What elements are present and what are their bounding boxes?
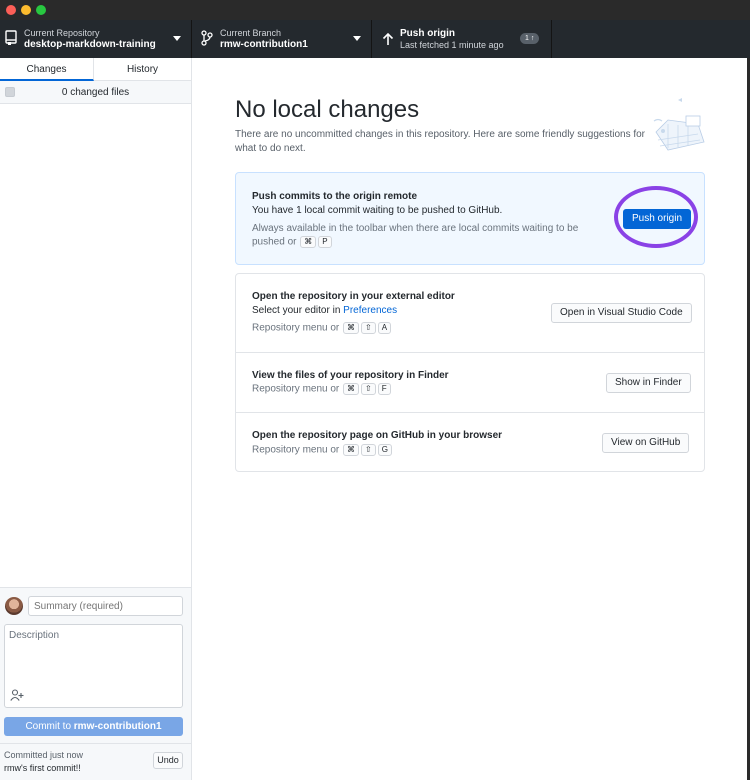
push-origin-button[interactable]: Push origin Last fetched 1 minute ago 1 … [372, 20, 552, 58]
page-title: No local changes [235, 96, 420, 123]
push-card-hint: Always available in the toolbar when the… [252, 223, 579, 234]
undo-commit-area: Committed just now rmw's first commit!! … [0, 743, 191, 780]
highlight-circle [614, 186, 698, 248]
editor-row-title: Open the repository in your external edi… [252, 291, 455, 302]
commit-button-prefix: Commit to [25, 721, 74, 732]
command-key-icon: ⌘ [343, 444, 360, 456]
current-repository-dropdown[interactable]: Current Repository desktop-markdown-trai… [0, 20, 192, 58]
key-f: F [377, 383, 391, 395]
preferences-link[interactable]: Preferences [343, 305, 397, 316]
minimize-window-button[interactable] [21, 5, 31, 15]
commit-message-area: Description Commit to rmw-contribution1 [0, 587, 191, 743]
last-commit-message: rmw's first commit!! [4, 763, 81, 773]
title-bar [0, 0, 750, 20]
toolbar: Current Repository desktop-markdown-trai… [0, 20, 750, 58]
avatar [5, 597, 23, 615]
current-branch-name: rmw-contribution1 [220, 39, 308, 50]
editor-row-text: Select your editor in Preferences [252, 305, 397, 316]
shift-key-icon: ⇧ [361, 444, 376, 456]
key-g: G [377, 444, 392, 456]
main-panel: No local changes There are no uncommitte… [192, 58, 747, 780]
no-changes-illustration [653, 98, 705, 151]
commit-button[interactable]: Commit to rmw-contribution1 [4, 717, 183, 736]
command-key-icon: ⌘ [343, 383, 360, 395]
current-repository-name: desktop-markdown-training [24, 39, 156, 50]
commits-ahead-badge: 1 ↑ [520, 33, 540, 44]
branch-icon [201, 30, 213, 46]
shift-key-icon: ⇧ [361, 383, 376, 395]
arrow-up-icon [382, 32, 394, 45]
push-suggestion-card: Push commits to the origin remote You ha… [235, 172, 705, 265]
suggestions-card: Open the repository in your external edi… [235, 273, 705, 472]
changed-files-header: 0 changed files [0, 81, 191, 104]
summary-input[interactable] [28, 596, 183, 616]
chevron-down-icon [173, 36, 181, 41]
push-card-text: You have 1 local commit waiting to be pu… [252, 205, 503, 216]
current-repository-label: Current Repository [24, 28, 100, 38]
editor-row-hint: Repository menu or ⌘ ⇧ A [252, 322, 392, 334]
zoom-window-button[interactable] [36, 5, 46, 15]
description-placeholder: Description [9, 630, 60, 641]
open-in-editor-row: Open the repository in your external edi… [236, 274, 704, 352]
repository-icon [5, 30, 17, 45]
sidebar-tabs: Changes History [0, 58, 191, 81]
open-in-editor-button[interactable]: Open in Visual Studio Code [551, 303, 692, 323]
push-card-hint-prefix: pushed or [252, 236, 297, 248]
command-key-icon: ⌘ [300, 236, 317, 248]
add-coauthor-icon[interactable] [10, 689, 24, 701]
last-fetched-text: Last fetched 1 minute ago [400, 40, 504, 50]
view-on-github-button[interactable]: View on GitHub [602, 433, 690, 453]
editor-row-hint-prefix: Repository menu or [252, 322, 340, 334]
command-key-icon: ⌘ [343, 322, 360, 334]
github-row-hint-prefix: Repository menu or [252, 444, 340, 456]
key-a: A [377, 322, 392, 334]
commit-button-branch: rmw-contribution1 [73, 721, 162, 732]
sidebar: Changes History 0 changed files Descript… [0, 58, 192, 780]
github-row-hint: Repository menu or ⌘ ⇧ G [252, 444, 393, 456]
push-card-title: Push commits to the origin remote [252, 191, 418, 202]
undo-button[interactable]: Undo [153, 752, 183, 769]
current-branch-dropdown[interactable]: Current Branch rmw-contribution1 [192, 20, 372, 58]
committed-time: Committed just now [4, 750, 84, 760]
push-origin-label: Push origin [400, 28, 455, 39]
chevron-down-icon [353, 36, 361, 41]
push-card-hint-shortcut: pushed or ⌘ P [252, 236, 333, 248]
tab-changes[interactable]: Changes [0, 58, 94, 81]
key-p: P [318, 236, 332, 248]
close-window-button[interactable] [6, 5, 16, 15]
shift-key-icon: ⇧ [361, 322, 376, 334]
app-window: Current Repository desktop-markdown-trai… [0, 0, 750, 780]
finder-row-hint: Repository menu or ⌘ ⇧ F [252, 383, 392, 395]
show-in-finder-button[interactable]: Show in Finder [606, 373, 691, 393]
finder-row-title: View the files of your repository in Fin… [252, 370, 449, 381]
current-branch-label: Current Branch [220, 28, 282, 38]
changed-files-count: 0 changed files [61, 87, 130, 98]
tab-history[interactable]: History [94, 58, 191, 81]
github-row-title: Open the repository page on GitHub in yo… [252, 430, 503, 441]
editor-row-text-prefix: Select your editor in [252, 305, 344, 316]
view-on-github-row: Open the repository page on GitHub in yo… [236, 412, 704, 471]
page-description: There are no uncommitted changes in this… [235, 129, 646, 154]
finder-row-hint-prefix: Repository menu or [252, 383, 340, 395]
description-field[interactable]: Description [4, 624, 183, 708]
show-in-finder-row: View the files of your repository in Fin… [236, 352, 704, 412]
